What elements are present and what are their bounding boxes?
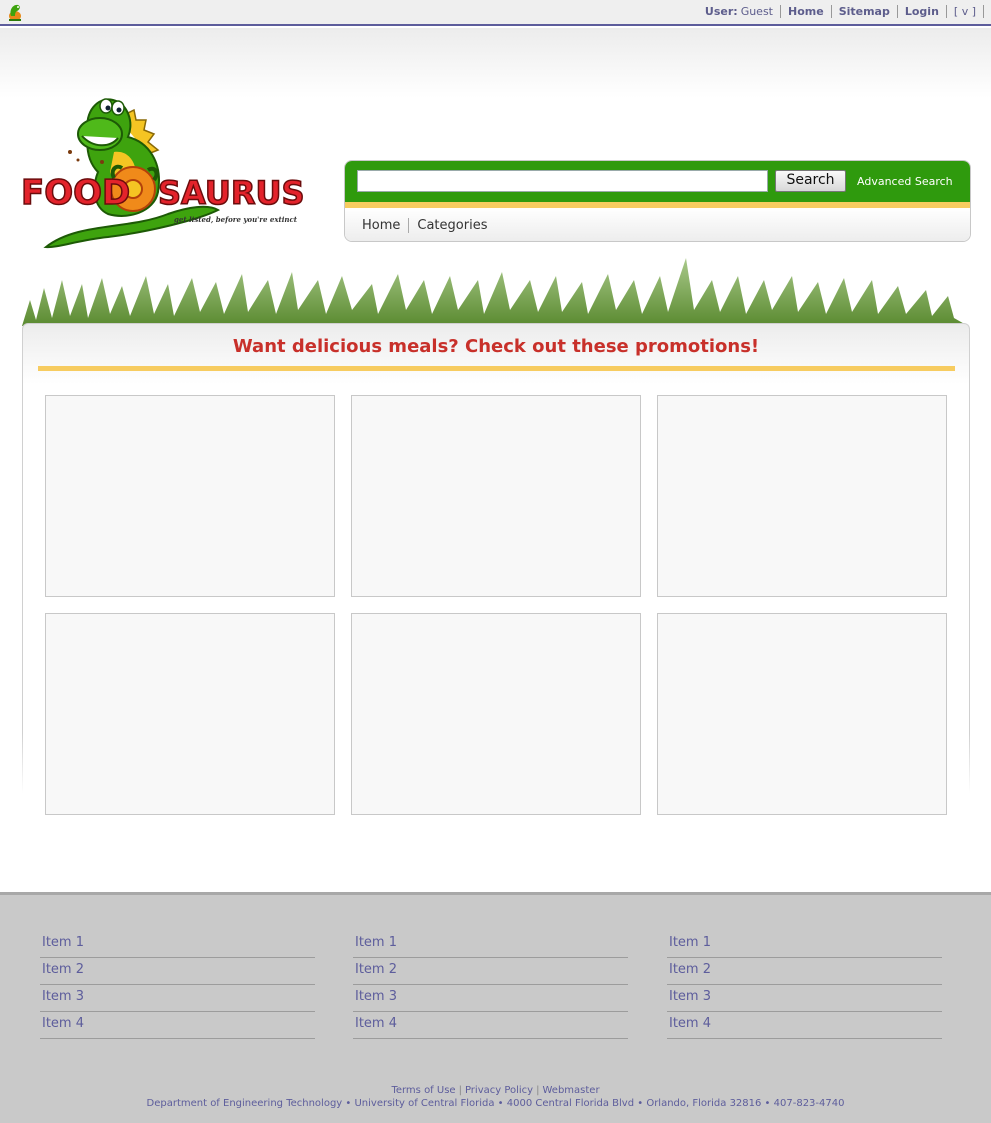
promo-card[interactable] [45,395,335,597]
top-link-sitemap[interactable]: Sitemap [839,5,890,18]
terms-link[interactable]: Terms of Use [391,1085,455,1096]
footer-legal-links: Terms of Use | Privacy Policy | Webmaster [391,1085,600,1096]
footer-link[interactable]: Item 2 [667,958,942,985]
dinosaur-logo-icon: FOOD SAURUS [20,98,305,249]
footer-address: Department of Engineering Technology • U… [146,1098,845,1109]
divider [830,5,832,18]
nav-item-home[interactable]: Home [362,218,400,233]
top-bar: User: Guest Home Sitemap Login [ v ] [0,0,991,26]
footer-link[interactable]: Item 3 [667,985,942,1012]
privacy-link[interactable]: Privacy Policy [465,1085,533,1096]
search-button[interactable]: Search [775,170,846,192]
footer-link[interactable]: Item 4 [667,1012,942,1039]
footer-link[interactable]: Item 4 [40,1012,315,1039]
promotions-divider [38,366,955,371]
promo-card[interactable] [351,613,641,815]
main-nav: Home Categories [345,208,970,241]
footer-link[interactable]: Item 4 [353,1012,628,1039]
footer-link[interactable]: Item 2 [40,958,315,985]
header-background [0,28,991,98]
promo-card[interactable] [657,395,947,597]
grass-decoration [22,258,968,326]
site-logo[interactable]: FOOD SAURUS get listed, before you're ex… [18,92,313,252]
nav-item-categories[interactable]: Categories [417,218,487,233]
footer-link[interactable]: Item 1 [353,931,628,958]
footer-link[interactable]: Item 3 [353,985,628,1012]
footer: Item 1 Item 2 Item 3 Item 4 Item 1 Item … [0,892,991,1123]
logo-word-saurus: SAURUS [158,174,304,212]
footer-column: Item 1 Item 2 Item 3 Item 4 [40,931,315,1039]
top-link-home[interactable]: Home [788,5,824,18]
webmaster-link[interactable]: Webmaster [542,1085,599,1096]
footer-link[interactable]: Item 3 [40,985,315,1012]
divider [983,5,984,18]
logo-tagline: get listed, before you're extinct [174,215,297,224]
promo-card[interactable] [351,395,641,597]
promo-card[interactable] [45,613,335,815]
user-links: User: Guest Home Sitemap Login [ v ] [705,5,991,18]
advanced-search-link[interactable]: Advanced Search [857,175,953,188]
footer-column: Item 1 Item 2 Item 3 Item 4 [353,931,628,1039]
top-link-toggle[interactable]: [ v ] [954,5,976,18]
divider [408,218,410,233]
footer-link[interactable]: Item 2 [353,958,628,985]
promo-card[interactable] [657,613,947,815]
divider [780,5,781,18]
dino-mini-logo-icon[interactable] [5,2,25,22]
user-label: User: [704,5,738,18]
promotions-title: Want delicious meals? Check out these pr… [232,336,760,357]
footer-column: Item 1 Item 2 Item 3 Item 4 [667,931,942,1039]
divider [896,5,898,18]
logo-word-food: FOOD [21,173,130,213]
divider [945,5,947,18]
footer-link[interactable]: Item 1 [667,931,942,958]
search-input[interactable] [357,170,768,192]
search-panel: Search Advanced Search Home Categories [344,160,971,242]
top-link-login[interactable]: Login [905,5,939,18]
user-name: Guest [740,5,773,18]
footer-link[interactable]: Item 1 [40,931,315,958]
